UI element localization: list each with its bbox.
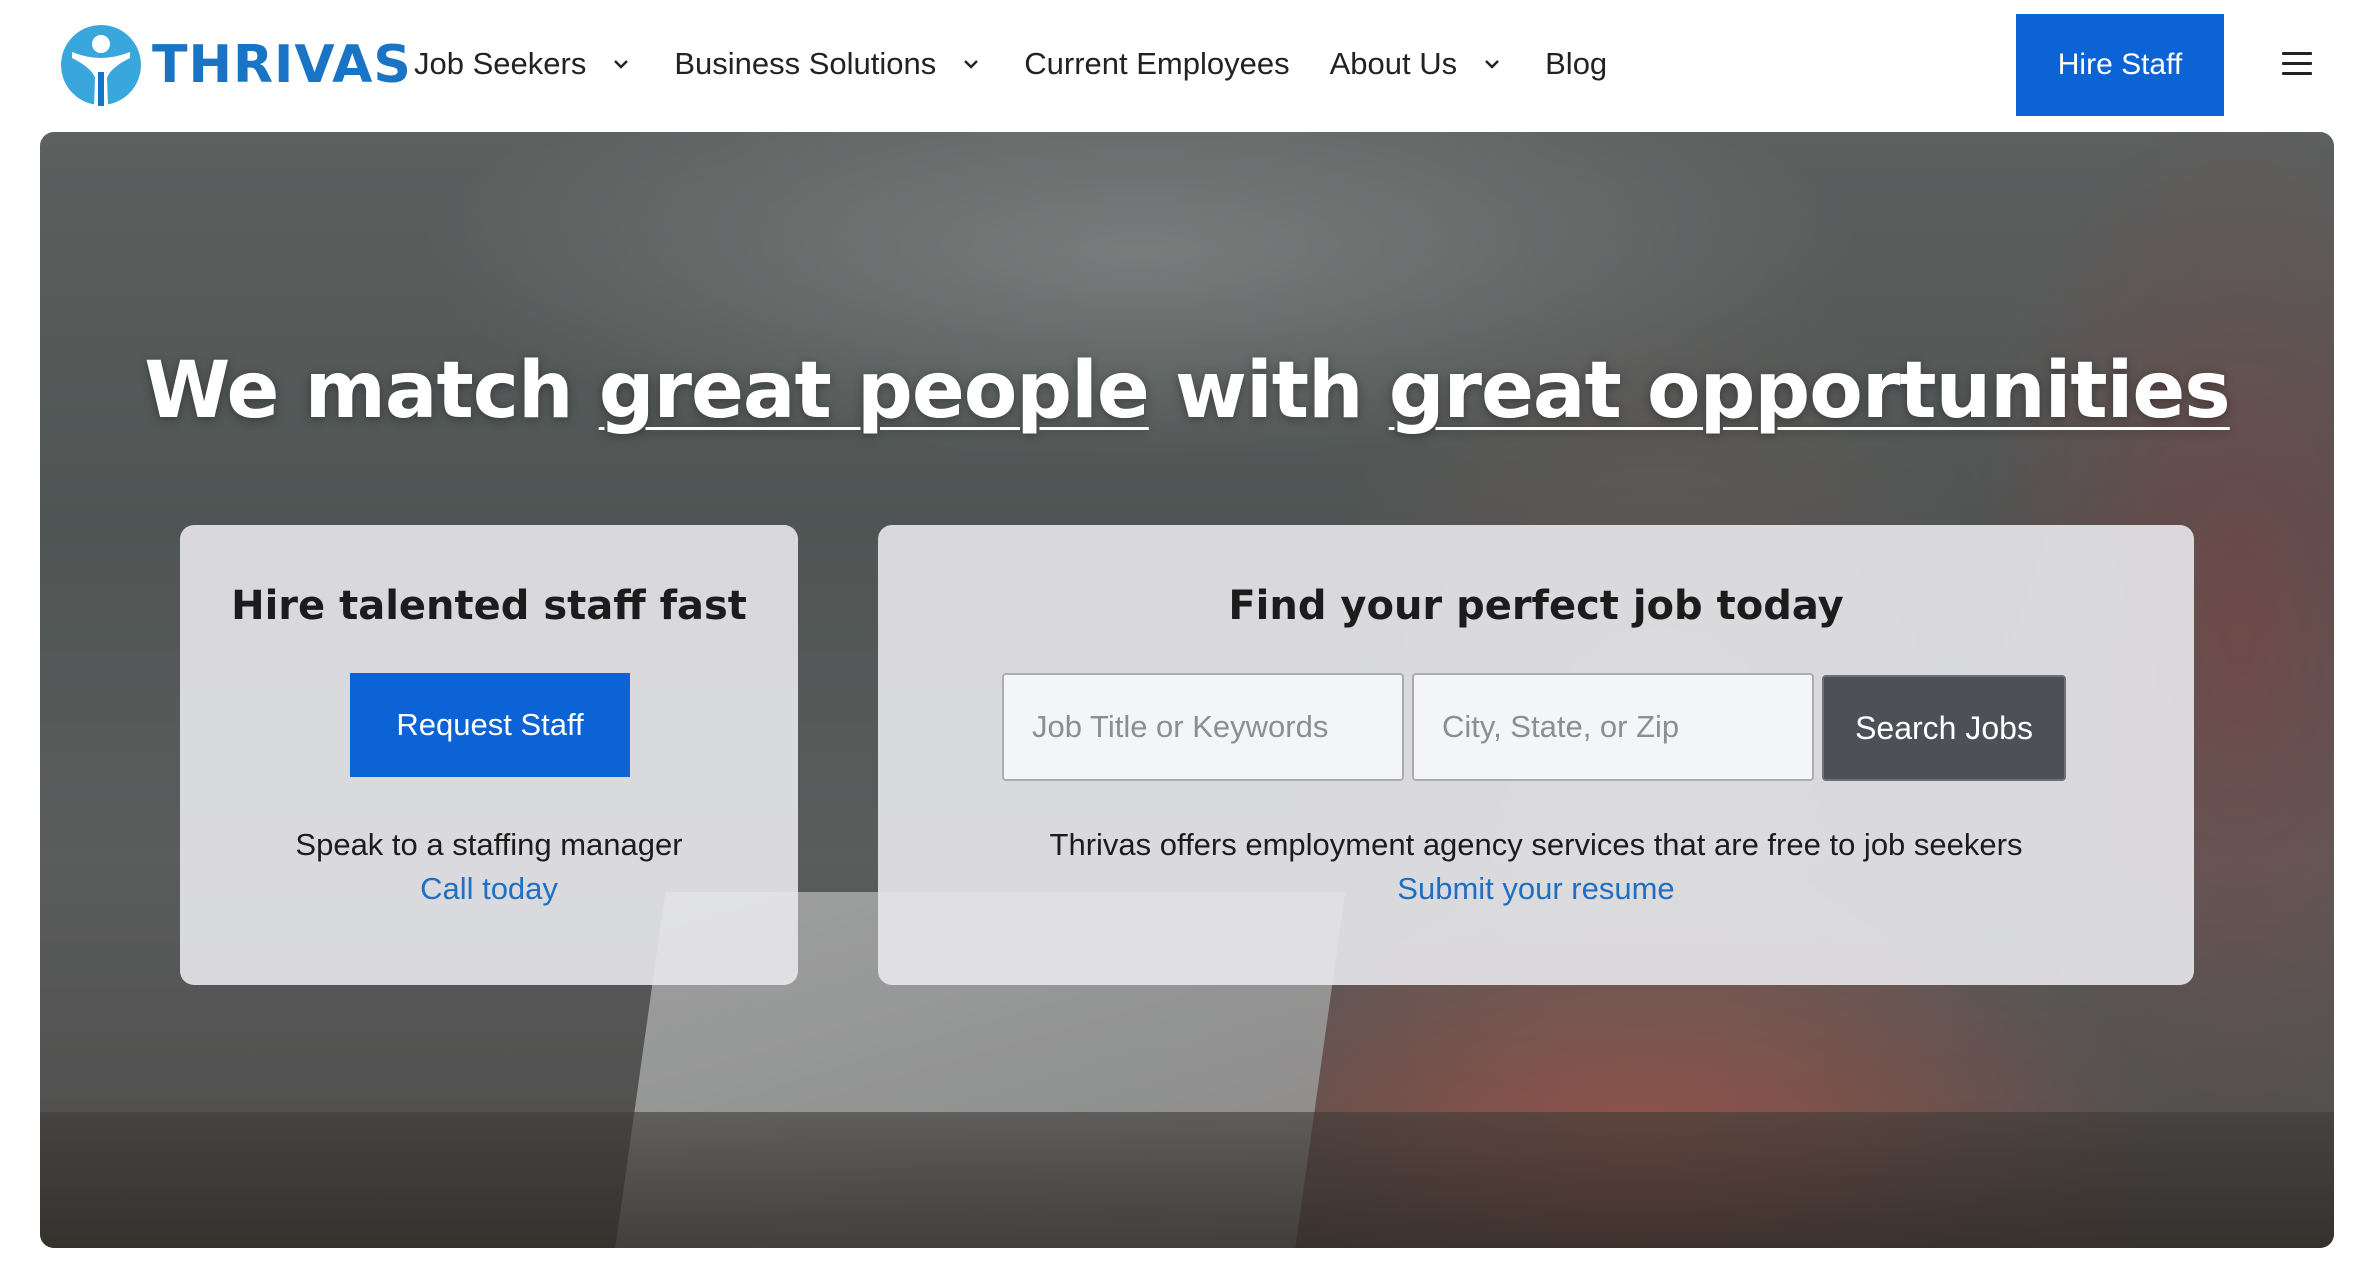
job-search-card: Find your perfect job today Search Jobs … (878, 525, 2194, 985)
nav-item-label: About Us (1329, 46, 1458, 81)
job-card-title: Find your perfect job today (1228, 583, 1844, 629)
submit-resume-link[interactable]: Submit your resume (878, 871, 2194, 907)
job-card-text: Thrivas offers employment agency service… (1049, 827, 2023, 862)
site-header: THRIVAS Job Seekers Business Solutions C… (0, 0, 2360, 132)
brand-name: THRIVAS (152, 35, 412, 95)
hire-card-text: Speak to a staffing manager (295, 827, 683, 862)
logo[interactable]: THRIVAS (58, 20, 412, 110)
hero-banner: We match great people with great opportu… (40, 132, 2334, 1248)
nav-item-blog[interactable]: Blog (1545, 46, 1607, 82)
person-figure-icon (61, 25, 141, 106)
hero-headline: We match great people with great opportu… (40, 346, 2334, 436)
nav-item-label: Blog (1545, 46, 1608, 81)
hamburger-menu-icon[interactable] (2282, 52, 2312, 76)
request-staff-button[interactable]: Request Staff (350, 673, 630, 777)
nav-item-label: Current Employees (1024, 46, 1290, 81)
chevron-down-icon (614, 60, 629, 69)
headline-text: We match (144, 346, 599, 436)
nav-item-business-solutions[interactable]: Business Solutions (674, 46, 984, 82)
headline-link-great-people[interactable]: great people (599, 346, 1150, 436)
hire-card-title: Hire talented staff fast (231, 583, 747, 629)
nav-item-label: Job Seekers (414, 46, 587, 81)
nav-item-current-employees[interactable]: Current Employees (1024, 46, 1289, 82)
hire-staff-button[interactable]: Hire Staff (2016, 14, 2224, 116)
chevron-down-icon (1485, 60, 1499, 69)
nav-item-about-us[interactable]: About Us (1330, 46, 1506, 82)
headline-text: with (1148, 346, 1389, 436)
main-nav: Job Seekers Business Solutions Current E… (414, 46, 1607, 82)
search-jobs-button[interactable]: Search Jobs (1822, 675, 2066, 781)
call-today-link[interactable]: Call today (180, 871, 798, 907)
hire-staff-card: Hire talented staff fast Request Staff S… (180, 525, 798, 985)
nav-item-label: Business Solutions (674, 46, 937, 81)
job-location-input[interactable] (1412, 673, 1814, 781)
nav-item-job-seekers[interactable]: Job Seekers (414, 46, 634, 82)
headline-link-great-opportunities[interactable]: great opportunities (1389, 346, 2231, 436)
job-keywords-input[interactable] (1002, 673, 1404, 781)
chevron-down-icon (964, 60, 979, 69)
